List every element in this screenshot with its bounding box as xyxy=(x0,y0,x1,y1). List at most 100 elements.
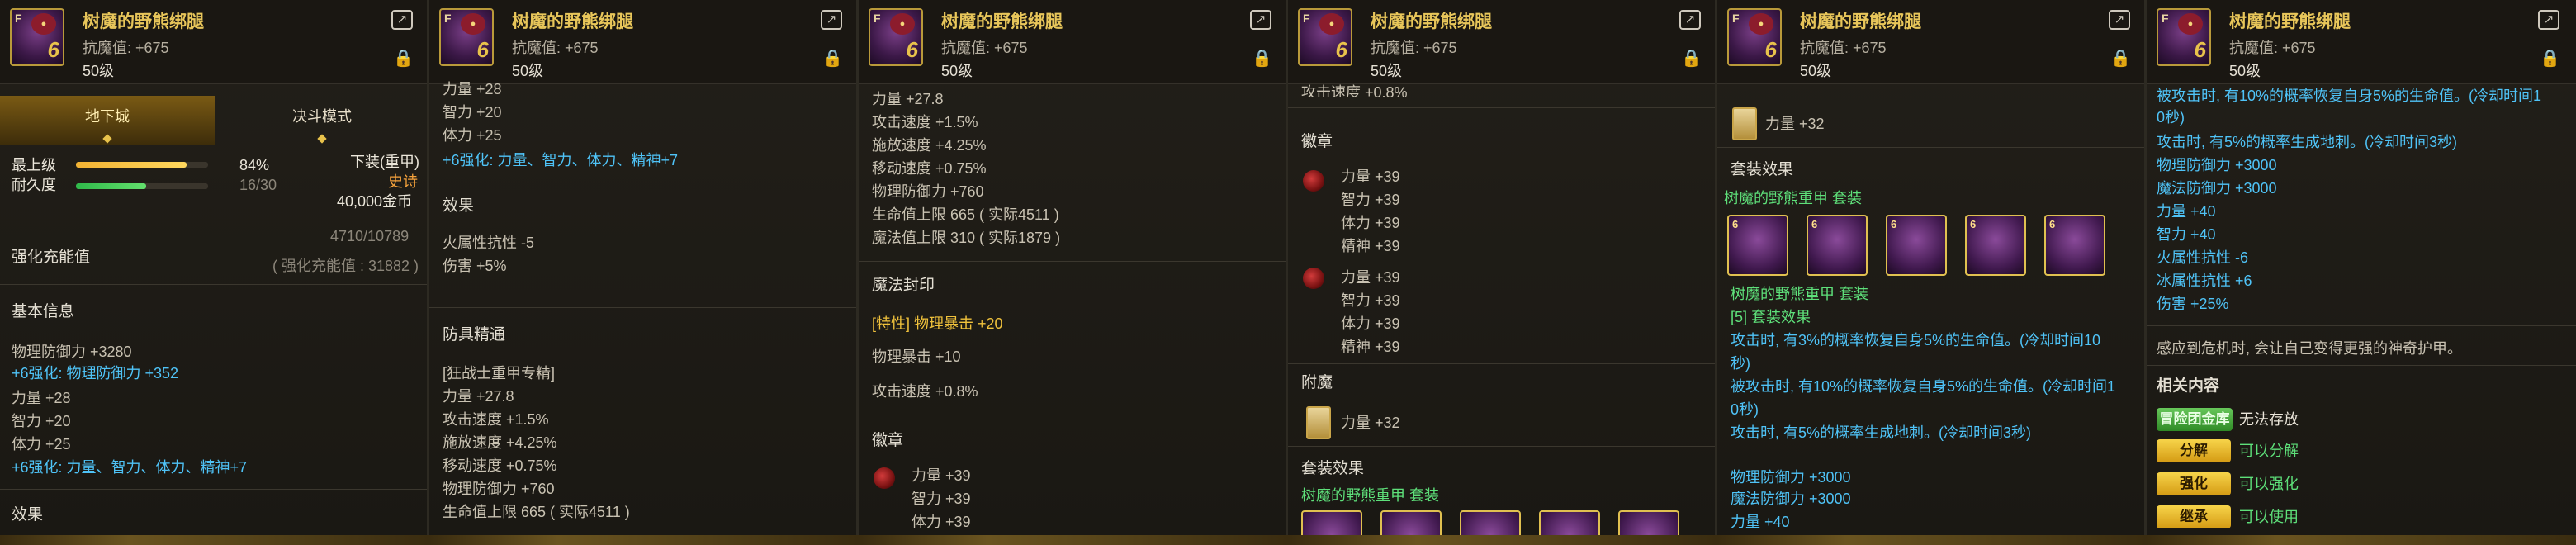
seal-trait: [特性] 物理暴击 +20 xyxy=(872,315,1003,332)
set-name-2: 树魔的野熊重甲 套装 xyxy=(1731,286,1869,302)
red-emblem-icon xyxy=(874,467,895,489)
stat-plus6: +6强化: 力量、智力、体力、精神+7 xyxy=(443,152,679,168)
item-icon: F ● 6 xyxy=(869,8,923,66)
damage: 伤害 +5% xyxy=(443,258,507,274)
enhance-val: 可以强化 xyxy=(2239,476,2299,492)
share-link-icon[interactable]: ↗ xyxy=(2109,10,2130,30)
tooltip-panel-2: F ● 6 树魔的野熊绑腿 抗魔值: +675 50级 ↗ 🔒 力量 +28 智力 … xyxy=(429,0,859,545)
enhance-button[interactable]: 强化 xyxy=(2157,472,2231,495)
inherit-button[interactable]: 继承 xyxy=(2157,505,2231,528)
stat-int: 智力 +20 xyxy=(12,413,71,429)
item-name: 树魔的野熊绑腿 xyxy=(2229,12,2351,31)
set-line: 被攻击时, 有10%的概率恢复自身5%的生命值。(冷却时间1 xyxy=(2157,88,2542,104)
lock-icon[interactable]: 🔒 xyxy=(1681,48,1702,69)
item-name: 树魔的野熊绑腿 xyxy=(941,12,1063,31)
disassemble-val: 可以分解 xyxy=(2239,443,2299,459)
set-piece-icon[interactable]: 6 xyxy=(2044,215,2105,276)
stat-vit: 体力 +25 xyxy=(12,436,71,453)
mastery-cast-spd: 施放速度 +4.25% xyxy=(443,434,557,451)
mastery-phys-def: 物理防御力 +760 xyxy=(443,481,555,497)
stat-plus6-def: +6强化: 物理防御力 +352 xyxy=(12,365,179,382)
share-link-icon[interactable]: ↗ xyxy=(1679,10,1701,30)
set-piece-icon[interactable]: 6 xyxy=(1807,215,1868,276)
emblem2-spi: 精神 +39 xyxy=(1341,339,1400,355)
item-header: F ● 6 树魔的野熊绑腿 抗魔值: +675 50级 ↗ 🔒 xyxy=(429,0,859,84)
set-piece-icon[interactable] xyxy=(1301,510,1362,545)
item-resist: 抗魔值: +675 xyxy=(83,40,169,56)
emblem2-str: 力量 +39 xyxy=(1341,269,1400,286)
mastery-move-spd: 移动速度 +0.75% xyxy=(872,160,987,177)
basic-info-heading: 基本信息 xyxy=(12,303,75,320)
set-piece-icon[interactable] xyxy=(1380,510,1442,545)
set-piece-icon[interactable] xyxy=(1618,510,1679,545)
mastery-phys-def: 物理防御力 +760 xyxy=(872,183,984,200)
emblem1-int: 智力 +39 xyxy=(1341,192,1400,208)
set-piece-icon[interactable] xyxy=(1539,510,1600,545)
mastery-heading: 防具精通 xyxy=(443,326,506,344)
set-mag: 魔法防御力 +3000 xyxy=(1731,490,1851,507)
emblem1-vit: 体力 +39 xyxy=(1341,215,1400,231)
mastery-hp: 生命值上限 665 ( 实际4511 ) xyxy=(443,504,630,520)
red-emblem-icon xyxy=(1303,170,1324,192)
share-link-icon[interactable]: ↗ xyxy=(2538,10,2559,30)
enchant-card-icon xyxy=(1306,406,1331,439)
mastery-class: [狂战士重甲专精] xyxy=(443,365,556,382)
emblem2-vit: 体力 +39 xyxy=(1341,315,1400,332)
charge-note: ( 强化充能值 : 31882 ) xyxy=(272,258,419,274)
item-resist: 抗魔值: +675 xyxy=(941,40,1028,56)
durability-bar-fill xyxy=(76,183,146,189)
effect-heading: 效果 xyxy=(12,506,44,524)
item-icon: F ● 6 xyxy=(439,8,494,66)
set-piece-icon[interactable]: 6 xyxy=(1727,215,1788,276)
item-level: 50级 xyxy=(1371,63,1403,79)
price: 40,000金币 xyxy=(337,193,413,210)
inherit-val: 可以使用 xyxy=(2239,509,2299,525)
set-line: 0秒) xyxy=(2157,109,2185,126)
share-link-icon[interactable]: ↗ xyxy=(821,10,842,30)
rarity: 史诗 xyxy=(388,173,418,190)
set-effect-heading: 套装效果 xyxy=(1301,460,1365,477)
lock-icon[interactable]: 🔒 xyxy=(2540,48,2560,69)
item-name: 树魔的野熊绑腿 xyxy=(1800,12,1921,31)
seal-atk: 攻击速度 +0.8% xyxy=(872,383,978,400)
item-name: 树魔的野熊绑腿 xyxy=(1371,12,1492,31)
share-link-icon[interactable]: ↗ xyxy=(1250,10,1271,30)
item-level: 50级 xyxy=(512,63,544,79)
item-header: F ● 6 树魔的野熊绑腿 抗魔值: +675 50级 ↗ 🔒 xyxy=(2147,0,2576,84)
set-fire: 火属性抗性 -6 xyxy=(2157,249,2249,266)
slot-type: 下装(重甲) xyxy=(350,154,419,170)
set-name: 树魔的野熊重甲 套装 xyxy=(1724,190,1863,206)
emblem-heading: 徽章 xyxy=(1301,133,1333,150)
enchant-str: 力量 +32 xyxy=(1765,116,1825,132)
set-dmg: 伤害 +25% xyxy=(2157,296,2229,312)
tab-dungeon[interactable]: 地下城 xyxy=(0,96,215,145)
top-level-bar-fill xyxy=(76,162,187,168)
lock-icon[interactable]: 🔒 xyxy=(2110,48,2131,69)
emblem2-int: 智力 +39 xyxy=(1341,292,1400,309)
lock-icon[interactable]: 🔒 xyxy=(1252,48,1272,69)
set-name: 树魔的野熊重甲 套装 xyxy=(1301,487,1440,504)
seal-heading: 魔法封印 xyxy=(872,277,935,294)
red-emblem-icon xyxy=(1303,268,1324,289)
set-piece-icon[interactable] xyxy=(1460,510,1521,545)
disassemble-button[interactable]: 分解 xyxy=(2157,439,2231,462)
related-heading: 相关内容 xyxy=(2157,377,2220,395)
item-header: F ● 6 树魔的野熊绑腿 抗魔值: +675 50级 ↗ 🔒 xyxy=(0,0,429,84)
mastery-str: 力量 +27.8 xyxy=(443,388,514,405)
lock-icon[interactable]: 🔒 xyxy=(393,48,414,69)
item-header: F ● 6 树魔的野熊绑腿 抗魔值: +675 50级 ↗ 🔒 xyxy=(1717,0,2147,84)
set-piece-icon[interactable]: 6 xyxy=(1965,215,2026,276)
top-level-label: 最上级 xyxy=(12,157,56,173)
mastery-atk-spd: 攻击速度 +1.5% xyxy=(872,114,978,130)
lock-icon[interactable]: 🔒 xyxy=(822,48,843,69)
stat-int: 智力 +20 xyxy=(443,104,502,121)
mode-tabs: 地下城 决斗模式 xyxy=(0,96,429,145)
item-icon: F ● 6 xyxy=(10,8,64,66)
tab-pvp[interactable]: 决斗模式 xyxy=(215,96,429,145)
mastery-atk-spd: 攻击速度 +1.5% xyxy=(443,411,549,428)
item-resist: 抗魔值: +675 xyxy=(1371,40,1457,56)
set-piece-icon[interactable]: 6 xyxy=(1886,215,1947,276)
item-level: 50级 xyxy=(2229,63,2261,79)
share-link-icon[interactable]: ↗ xyxy=(391,10,413,30)
tooltip-panel-4: F ● 6 树魔的野熊绑腿 抗魔值: +675 50级 ↗ 🔒 攻击速度 +0.8%… xyxy=(1288,0,1717,545)
